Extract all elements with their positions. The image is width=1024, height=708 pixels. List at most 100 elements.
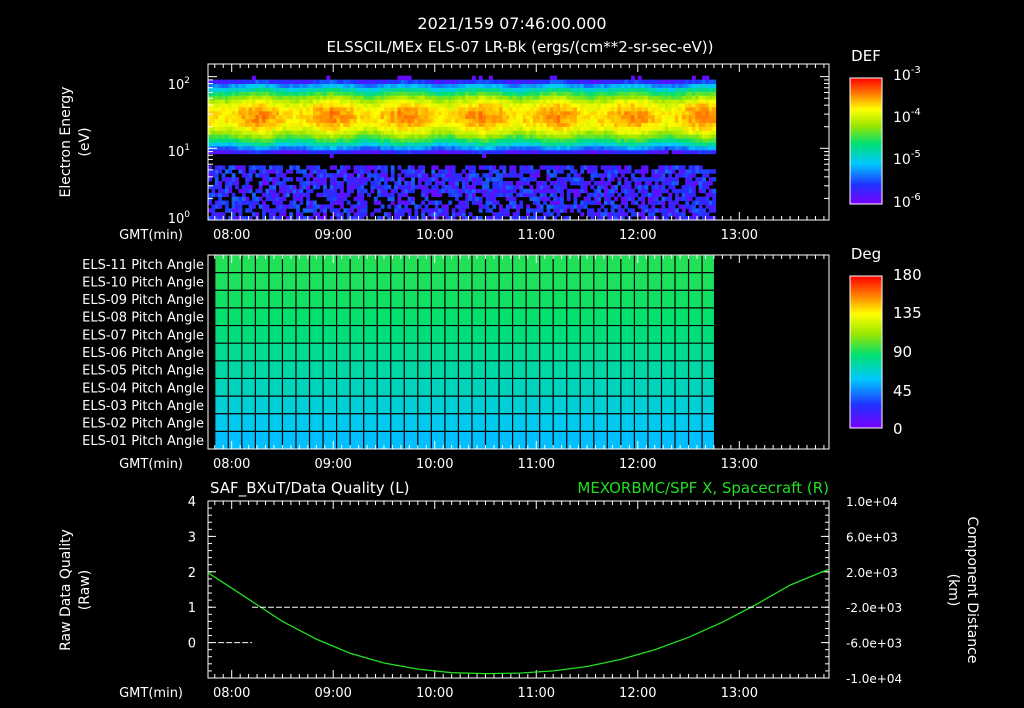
energy-cell bbox=[390, 106, 395, 112]
energy-cell bbox=[658, 103, 662, 108]
energy-cell bbox=[326, 145, 331, 151]
energy-cell bbox=[661, 130, 666, 135]
energy-cell bbox=[383, 126, 388, 131]
energy-cell bbox=[394, 126, 399, 131]
energy-cell bbox=[651, 138, 656, 143]
energy-cell bbox=[485, 149, 490, 155]
energy-cell bbox=[434, 173, 439, 178]
energy-cell bbox=[529, 99, 534, 104]
energy-cell bbox=[441, 106, 446, 112]
energy-cell bbox=[370, 110, 375, 116]
energy-cell bbox=[688, 169, 693, 174]
energy-cell bbox=[485, 114, 490, 120]
energy-cell bbox=[231, 91, 236, 96]
energy-cell bbox=[319, 134, 324, 139]
energy-cell bbox=[549, 99, 554, 104]
energy-cell bbox=[543, 145, 547, 151]
energy-cell bbox=[631, 75, 635, 81]
energy-cell bbox=[397, 79, 402, 84]
energy-cell bbox=[509, 149, 514, 155]
energy-cell bbox=[644, 118, 649, 123]
energy-cell bbox=[417, 149, 422, 155]
energy-cell bbox=[553, 184, 558, 190]
energy-cell bbox=[634, 130, 639, 135]
energy-cell bbox=[414, 106, 419, 112]
energy-cell bbox=[465, 200, 470, 205]
energy-cell bbox=[580, 114, 585, 120]
energy-cell bbox=[448, 95, 453, 100]
energy-cell bbox=[607, 122, 612, 127]
energy-cell bbox=[624, 106, 629, 112]
energy-cell bbox=[407, 196, 412, 201]
energy-cell bbox=[651, 208, 656, 213]
energy-cell bbox=[394, 110, 399, 116]
energy-cell bbox=[268, 87, 273, 92]
energy-cell bbox=[434, 138, 439, 143]
energy-cell bbox=[346, 200, 351, 205]
energy-cell bbox=[583, 142, 588, 147]
energy-cell bbox=[607, 130, 612, 135]
energy-cell bbox=[279, 169, 283, 174]
energy-cell bbox=[367, 126, 371, 131]
energy-cell bbox=[417, 95, 422, 100]
energy-cell bbox=[224, 79, 229, 84]
energy-cell bbox=[671, 103, 676, 108]
energy-cell bbox=[502, 87, 507, 92]
energy-cell bbox=[353, 196, 358, 201]
energy-cell bbox=[691, 134, 696, 139]
energy-cell bbox=[603, 208, 608, 213]
energy-cell bbox=[617, 110, 622, 116]
energy-cell bbox=[468, 106, 473, 112]
energy-cell bbox=[593, 200, 598, 205]
energy-cell bbox=[350, 95, 355, 100]
energy-cell bbox=[488, 134, 493, 139]
energy-cell bbox=[587, 145, 591, 151]
energy-cell bbox=[631, 126, 635, 131]
energy-cell bbox=[563, 208, 568, 213]
energy-cell bbox=[526, 118, 530, 123]
energy-cell bbox=[691, 99, 696, 104]
energy-cell bbox=[295, 169, 300, 174]
energy-cell bbox=[245, 142, 250, 147]
energy-cell bbox=[546, 204, 551, 209]
energy-cell bbox=[675, 212, 679, 217]
energy-cell bbox=[570, 145, 574, 151]
energy-cell bbox=[563, 149, 568, 155]
energy-cell bbox=[424, 79, 429, 84]
energy-cell bbox=[614, 114, 618, 120]
energy-cell bbox=[224, 138, 229, 143]
energy-cell bbox=[329, 134, 334, 139]
energy-cell bbox=[448, 138, 453, 143]
energy-cell bbox=[255, 95, 260, 100]
energy-cell bbox=[600, 87, 605, 92]
energy-cell bbox=[593, 118, 598, 123]
energy-cell bbox=[664, 149, 669, 155]
energy-cell bbox=[309, 145, 314, 151]
energy-cell bbox=[644, 87, 649, 92]
energy-cell bbox=[265, 196, 270, 201]
energy-cell bbox=[610, 87, 615, 92]
energy-cell bbox=[485, 200, 490, 205]
energy-cell bbox=[238, 138, 243, 143]
energy-cell bbox=[539, 208, 544, 213]
energy-cell bbox=[231, 83, 236, 88]
energy-cell bbox=[529, 173, 534, 178]
energy-cell bbox=[299, 118, 304, 123]
energy-cell bbox=[590, 126, 595, 131]
energy-cell bbox=[255, 149, 260, 155]
energy-cell bbox=[306, 99, 311, 104]
energy-cell bbox=[268, 165, 273, 170]
energy-cell bbox=[631, 87, 635, 92]
energy-cell bbox=[631, 114, 635, 120]
energy-cell bbox=[299, 188, 304, 194]
energy-cell bbox=[654, 95, 659, 100]
quality-xaxis-label: GMT(min) bbox=[119, 686, 183, 701]
energy-cell bbox=[323, 110, 327, 116]
energy-cell bbox=[312, 204, 317, 209]
energy-cell bbox=[363, 126, 368, 131]
energy-cell bbox=[583, 165, 588, 170]
energy-cell bbox=[329, 142, 334, 147]
energy-cell bbox=[262, 181, 267, 186]
energy-cell bbox=[675, 192, 679, 198]
energy-cell bbox=[499, 181, 503, 186]
